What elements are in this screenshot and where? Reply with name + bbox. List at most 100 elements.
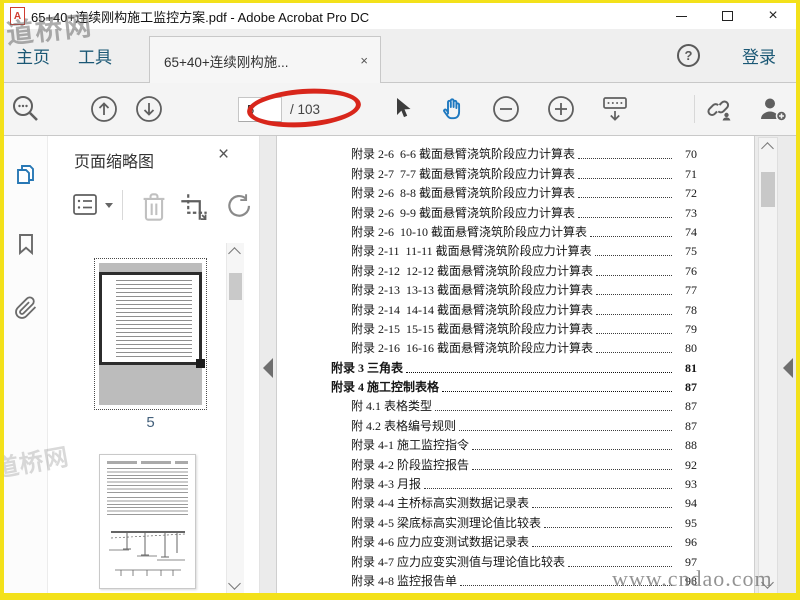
url-watermark: www.cndao.com xyxy=(612,566,773,591)
maximize-button[interactable] xyxy=(704,3,750,29)
toc-entry-page: 71 xyxy=(685,166,697,181)
toc-entry[interactable]: 附录 2-13 13-13 截面悬臂浇筑阶段应力计算表 77 xyxy=(277,281,754,300)
toc-entry[interactable]: 附录 4-1 施工监控指令 88 xyxy=(277,436,754,455)
toc-leader-dots xyxy=(578,158,672,160)
toc-entry-text: 附录 2-6 6-6 截面悬臂浇筑阶段应力计算表 xyxy=(351,147,575,162)
page-thumbnails-icon[interactable] xyxy=(14,162,38,186)
title-bar: A 65+40+连续刚构施工监控方案.pdf - Adobe Acrobat P… xyxy=(4,3,796,29)
toc-entry-text: 附录 4-9 工程联系单 xyxy=(351,591,457,593)
toolbar-separator xyxy=(694,95,695,123)
toc-leader-dots xyxy=(596,274,672,276)
thumbnail-page-5[interactable] xyxy=(94,258,207,410)
scroll-up-icon[interactable] xyxy=(761,142,774,155)
next-page-icon[interactable] xyxy=(135,95,163,123)
delete-pages-icon[interactable] xyxy=(140,192,168,222)
toc-entry[interactable]: 附录 4-4 主桥标高实测数据记录表 94 xyxy=(277,494,754,513)
help-button[interactable]: ? xyxy=(677,44,700,67)
zoom-in-icon[interactable] xyxy=(547,95,575,123)
document-scrollbar-thumb[interactable] xyxy=(761,172,775,207)
toc-entry[interactable]: 附录 2-6 6-6 截面悬臂浇筑阶段应力计算表 70 xyxy=(277,145,754,164)
toc-entry[interactable]: 附录 4 施工控制表格 87 xyxy=(277,378,754,397)
open-tools-pane-arrow-icon[interactable] xyxy=(783,358,793,378)
toc-entry-page: 74 xyxy=(685,224,697,239)
toc-entry[interactable]: 附 4.2 表格编号规则 87 xyxy=(277,416,754,435)
close-icon: × xyxy=(768,7,778,24)
toc-entry[interactable]: 附录 2-6 9-9 截面悬臂浇筑阶段应力计算表 73 xyxy=(277,203,754,222)
toc-entry[interactable]: 附录 2-15 15-15 截面悬臂浇筑阶段应力计算表 79 xyxy=(277,320,754,339)
collapse-panel-arrow-icon[interactable] xyxy=(263,358,273,378)
scroll-up-icon[interactable] xyxy=(228,247,241,260)
thumbnail-view-rect[interactable] xyxy=(99,272,205,368)
tab-close-icon[interactable]: × xyxy=(348,53,380,68)
toc-entry-text: 附录 4-4 主桥标高实测数据记录表 xyxy=(351,496,529,511)
bookmarks-icon[interactable] xyxy=(14,232,38,256)
toc-leader-dots xyxy=(596,313,672,315)
toc-entry-page: 72 xyxy=(685,186,697,201)
toc-entry[interactable]: 附 4.1 表格类型 87 xyxy=(277,397,754,416)
rotate-pages-icon[interactable] xyxy=(224,192,252,222)
toc-entry-page: 70 xyxy=(685,147,697,162)
share-link-icon[interactable] xyxy=(704,94,734,124)
toc-entry[interactable]: 附录 3 三角表 81 xyxy=(277,358,754,377)
toc-entry-page: 79 xyxy=(685,321,697,336)
toc-entry-page: 92 xyxy=(685,457,697,472)
toc-entry-text: 附录 4-5 梁底标高实测理论值比较表 xyxy=(351,515,541,530)
toc-entry[interactable]: 附录 2-7 7-7 截面悬臂浇筑阶段应力计算表 71 xyxy=(277,164,754,183)
previous-page-icon[interactable] xyxy=(90,95,118,123)
minimize-button[interactable] xyxy=(658,3,704,29)
toc-entry[interactable]: 附录 4-5 梁底标高实测理论值比较表 95 xyxy=(277,513,754,532)
close-button[interactable]: × xyxy=(750,3,796,29)
signin-button[interactable]: 登录 xyxy=(742,43,776,68)
toc-entry-text: 附录 2-11 11-11 截面悬臂浇筑阶段应力计算表 xyxy=(351,244,592,259)
toc-entry[interactable]: 附录 2-6 10-10 截面悬臂浇筑阶段应力计算表 74 xyxy=(277,223,754,242)
thumbnail-page-5-label: 5 xyxy=(146,414,155,431)
toc-leader-dots xyxy=(435,410,672,412)
toc-entry-text: 附录 4-8 监控报告单 xyxy=(351,573,457,588)
hand-tool-icon[interactable] xyxy=(437,94,467,124)
panel-scrollbar[interactable] xyxy=(226,243,244,593)
toc-entry-text: 附录 2-13 13-13 截面悬臂浇筑阶段应力计算表 xyxy=(351,283,593,298)
pdf-page: 附录 2-6 6-6 截面悬臂浇筑阶段应力计算表 70 附录 2-7 7-7 截… xyxy=(276,136,755,593)
thumbnail-page-6[interactable] xyxy=(99,454,196,589)
toc-leader-dots xyxy=(472,468,672,470)
toc-leader-dots xyxy=(578,177,672,179)
toc-entry[interactable]: 附录 2-12 12-12 截面悬臂浇筑阶段应力计算表 76 xyxy=(277,261,754,280)
toc-entry-text: 附 4.1 表格类型 xyxy=(351,399,433,414)
toc-entry-text: 附录 2-16 16-16 截面悬臂浇筑阶段应力计算表 xyxy=(351,341,593,356)
toc-leader-dots xyxy=(459,429,672,431)
panel-close-icon[interactable]: × xyxy=(218,144,229,166)
toc-leader-dots xyxy=(594,255,672,257)
toc-entry[interactable]: 附录 4-3 月报 93 xyxy=(277,475,754,494)
thumbnail-options-icon[interactable] xyxy=(72,192,113,218)
toc-entry-text: 附录 3 三角表 xyxy=(331,360,404,375)
crop-pages-icon[interactable] xyxy=(180,192,208,222)
toc-entry[interactable]: 附录 2-14 14-14 截面悬臂浇筑阶段应力计算表 78 xyxy=(277,300,754,319)
document-scrollbar[interactable] xyxy=(758,137,778,593)
add-account-icon[interactable] xyxy=(757,94,789,124)
tab-document-label: 65+40+连续刚构施... xyxy=(164,54,289,70)
maximize-icon xyxy=(721,11,733,21)
toc-entry[interactable]: 附录 2-11 11-11 截面悬臂浇筑阶段应力计算表 75 xyxy=(277,242,754,261)
toc-entry-page: 80 xyxy=(685,341,697,356)
select-tool-icon[interactable] xyxy=(388,95,414,123)
toc-entry[interactable]: 附录 4-2 阶段监控报告 92 xyxy=(277,455,754,474)
tab-tools[interactable]: 工具 xyxy=(78,43,112,68)
scroll-down-icon[interactable] xyxy=(228,577,241,590)
toc-entry[interactable]: 附录 4-6 应力应变测试数据记录表 96 xyxy=(277,533,754,552)
toc-entry-text: 附录 2-14 14-14 截面悬臂浇筑阶段应力计算表 xyxy=(351,302,593,317)
toc-entry-text: 附 4.2 表格编号规则 xyxy=(351,418,457,433)
find-icon[interactable] xyxy=(10,93,42,125)
toc-entry[interactable]: 附录 2-6 8-8 截面悬臂浇筑阶段应力计算表 72 xyxy=(277,184,754,203)
toc-entry-text: 附录 4-6 应力应变测试数据记录表 xyxy=(351,535,529,550)
toc-entry-page: 77 xyxy=(685,283,697,298)
panel-scrollbar-thumb[interactable] xyxy=(229,273,242,300)
zoom-out-icon[interactable] xyxy=(492,95,520,123)
toc-leader-dots xyxy=(442,391,672,393)
chevron-down-icon xyxy=(105,202,113,208)
view-rect-handle[interactable] xyxy=(196,359,205,368)
attachments-icon[interactable] xyxy=(14,296,38,320)
toc-entry-page: 81 xyxy=(685,360,697,375)
page-display-icon[interactable] xyxy=(600,94,630,124)
tab-document[interactable]: 65+40+连续刚构施... × xyxy=(149,36,381,84)
toc-entry[interactable]: 附录 2-16 16-16 截面悬臂浇筑阶段应力计算表 80 xyxy=(277,339,754,358)
